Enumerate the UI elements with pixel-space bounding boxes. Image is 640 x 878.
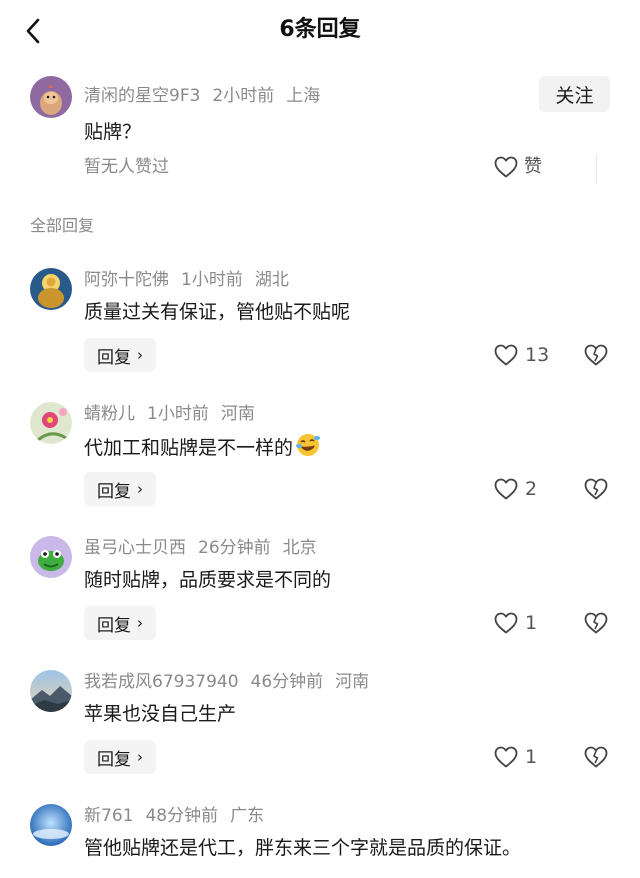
reply-text-content: 代加工和贴牌是不一样的 [84, 437, 294, 459]
avatar-image [30, 670, 72, 712]
reply-meta: 蜻粉儿 1小时前 河南 [84, 402, 255, 426]
location: 湖北 [254, 270, 289, 290]
top-bar: 6条回复 [0, 0, 640, 62]
like-count: 13 [525, 344, 550, 366]
timestamp: 48分钟前 [145, 806, 219, 826]
location: 上海 [286, 86, 321, 106]
location: 北京 [282, 538, 317, 558]
broken-heart-icon [584, 478, 608, 500]
laughing-crying-emoji-icon [295, 432, 321, 466]
reply-item: 新761 48分钟前 广东 管他贴牌还是代工，胖东来三个字就是品质的保证。 [0, 804, 640, 878]
heart-icon [494, 612, 518, 634]
reply-item: 虽弓心士贝西 26分钟前 北京 随时贴牌，品质要求是不同的 回复 › 1 [0, 536, 640, 670]
reply-item: 我若成风67937940 46分钟前 河南 苹果也没自己生产 回复 › 1 [0, 670, 640, 804]
heart-icon [494, 746, 518, 768]
username[interactable]: 蜻粉儿 [84, 404, 135, 424]
avatar-image [30, 268, 72, 310]
reply-button[interactable]: 回复 › [84, 472, 156, 506]
username[interactable]: 新761 [84, 806, 133, 826]
like-count: 2 [525, 478, 538, 500]
likes-status: 暂无人赞过 [84, 157, 169, 177]
avatar-image [30, 536, 72, 578]
broken-heart-icon [584, 612, 608, 634]
timestamp: 1小时前 [147, 404, 209, 424]
like-button[interactable]: 赞 [494, 154, 542, 180]
timestamp: 46分钟前 [250, 672, 324, 692]
dislike-button[interactable] [584, 478, 608, 504]
avatar-image [30, 804, 72, 846]
username[interactable]: 阿弥十陀佛 [84, 270, 169, 290]
username[interactable]: 我若成风67937940 [84, 672, 239, 692]
heart-icon [494, 478, 518, 500]
comment-text: 贴牌？ [84, 121, 142, 143]
reply-text: 质量过关有保证，管他贴不贴呢 [84, 301, 351, 323]
username[interactable]: 清闲的星空9F3 [84, 86, 200, 106]
broken-heart-icon [584, 746, 608, 768]
section-heading: 全部回复 [30, 216, 95, 235]
like-count: 1 [525, 612, 538, 634]
like-button[interactable]: 1 [494, 742, 537, 772]
like-count: 1 [525, 746, 538, 768]
avatar[interactable] [30, 76, 72, 118]
reply-button[interactable]: 回复 › [84, 740, 156, 774]
reply-item: 蜻粉儿 1小时前 河南 代加工和贴牌是不一样的 回复 › 2 [0, 402, 640, 536]
reply-text: 随时贴牌，品质要求是不同的 [84, 569, 332, 591]
comment-meta: 清闲的星空9F3 2小时前 上海 [84, 84, 320, 108]
avatar[interactable] [30, 536, 72, 578]
heart-icon [494, 344, 518, 366]
main-comment: 清闲的星空9F3 2小时前 上海 关注 贴牌？ 暂无人赞过 赞 [0, 72, 640, 192]
avatar-image [30, 76, 72, 118]
reply-text: 代加工和贴牌是不一样的 [84, 432, 321, 466]
reply-item: 阿弥十陀佛 1小时前 湖北 质量过关有保证，管他贴不贴呢 回复 › 13 [0, 268, 640, 402]
page-title: 6条回复 [279, 17, 361, 42]
reply-meta: 新761 48分钟前 广东 [84, 804, 264, 828]
avatar[interactable] [30, 670, 72, 712]
reply-text: 管他贴牌还是代工，胖东来三个字就是品质的保证。 [84, 837, 522, 859]
reply-button-label: 回复 [97, 347, 131, 368]
avatar[interactable] [30, 268, 72, 310]
avatar-image [30, 402, 72, 444]
timestamp: 26分钟前 [198, 538, 271, 558]
chevron-right-icon: › [137, 346, 143, 364]
reply-meta: 我若成风67937940 46分钟前 河南 [84, 670, 369, 694]
location: 河南 [220, 404, 255, 424]
reply-button[interactable]: 回复 › [84, 606, 156, 640]
reply-button-label: 回复 [97, 615, 131, 636]
reply-button[interactable]: 回复 › [84, 338, 156, 372]
reply-meta: 虽弓心士贝西 26分钟前 北京 [84, 536, 317, 560]
heart-icon [494, 156, 518, 178]
reply-meta: 阿弥十陀佛 1小时前 湖北 [84, 268, 289, 292]
reply-button-label: 回复 [97, 481, 131, 502]
broken-heart-icon [584, 344, 608, 366]
chevron-right-icon: › [137, 748, 143, 766]
dislike-button[interactable] [584, 746, 608, 772]
timestamp: 1小时前 [181, 270, 243, 290]
location: 广东 [230, 806, 265, 826]
chevron-right-icon: › [137, 614, 143, 632]
follow-button[interactable]: 关注 [539, 76, 610, 112]
dislike-button[interactable] [584, 344, 608, 370]
location: 河南 [335, 672, 370, 692]
like-button[interactable]: 1 [494, 608, 537, 638]
divider [596, 154, 597, 184]
like-button[interactable]: 2 [494, 474, 537, 504]
timestamp: 2小时前 [212, 86, 275, 106]
like-label: 赞 [524, 156, 542, 177]
avatar[interactable] [30, 402, 72, 444]
dislike-button[interactable] [584, 612, 608, 638]
chevron-right-icon: › [137, 480, 143, 498]
like-button[interactable]: 13 [494, 340, 549, 370]
avatar[interactable] [30, 804, 72, 846]
reply-text: 苹果也没自己生产 [84, 703, 237, 725]
username[interactable]: 虽弓心士贝西 [84, 538, 186, 558]
reply-button-label: 回复 [97, 749, 131, 770]
